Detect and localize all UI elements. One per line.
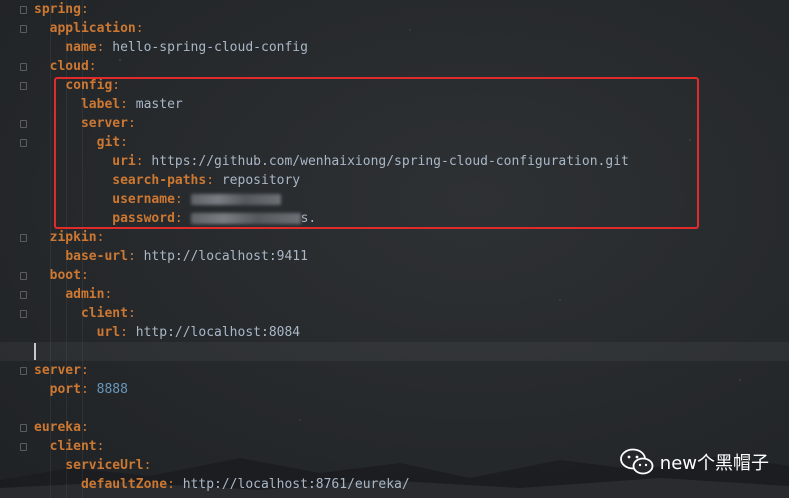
watermark: new个黑帽子 [619, 448, 769, 476]
fold-marker-icon[interactable] [20, 443, 27, 451]
fold-marker-icon[interactable] [20, 25, 27, 33]
code-line: defaultZone: http://localhost:8761/eurek… [80, 477, 410, 492]
fold-marker-icon[interactable] [20, 310, 27, 318]
code-line: eureka: [34, 420, 89, 435]
code-line: boot: [49, 268, 89, 283]
yaml-number: 8888 [96, 382, 128, 397]
yaml-key: url [96, 325, 121, 340]
yaml-value: http://localhost:8084 [135, 325, 301, 340]
code-line: name: hello-spring-cloud-config [65, 40, 308, 55]
code-line: zipkin: [49, 230, 105, 245]
red-highlight-box [54, 77, 699, 229]
yaml-key: boot [49, 268, 81, 283]
code-line: admin: [65, 287, 113, 302]
yaml-key: client [80, 306, 128, 321]
yaml-key: zipkin [49, 230, 97, 245]
yaml-key: server [34, 363, 81, 378]
yaml-key: client [49, 439, 97, 454]
yaml-key: serviceUrl [65, 458, 144, 473]
yaml-value: http://localhost:8761/eureka/ [182, 477, 410, 492]
watermark-text: new个黑帽子 [659, 453, 769, 474]
fold-marker-icon[interactable] [20, 291, 27, 299]
current-line[interactable] [0, 342, 789, 361]
yaml-key: base-url [65, 249, 128, 264]
fold-marker-icon[interactable] [20, 234, 27, 242]
code-line: application: [49, 21, 144, 36]
yaml-key: defaultZone [80, 477, 168, 492]
yaml-key: admin [65, 287, 105, 302]
yaml-editor[interactable]: spring: application: name: hello-spring-… [0, 0, 789, 494]
fold-marker-icon[interactable] [20, 424, 27, 432]
yaml-value: http://localhost:9411 [143, 249, 308, 264]
code-line: spring: [34, 2, 89, 17]
code-line: base-url: http://localhost:9411 [65, 249, 308, 264]
code-line: server: [34, 363, 89, 378]
text-caret [34, 343, 36, 360]
yaml-key: eureka [34, 420, 81, 435]
code-line: url: http://localhost:8084 [96, 325, 301, 340]
yaml-key: name [65, 40, 97, 55]
yaml-key: port [49, 382, 81, 397]
yaml-key: application [49, 21, 136, 36]
fold-marker-icon[interactable] [20, 82, 27, 90]
fold-marker-icon[interactable] [20, 139, 27, 147]
yaml-key: spring [34, 2, 81, 17]
code-line: client: [80, 306, 136, 321]
wechat-icon [619, 448, 654, 475]
fold-marker-icon[interactable] [20, 367, 27, 375]
editor-gutter [0, 0, 27, 498]
fold-marker-icon[interactable] [20, 120, 27, 128]
yaml-key: cloud [49, 59, 89, 74]
fold-marker-icon[interactable] [20, 272, 27, 280]
yaml-value: hello-spring-cloud-config [112, 40, 308, 55]
fold-marker-icon[interactable] [20, 6, 27, 14]
fold-marker-icon[interactable] [20, 63, 27, 71]
code-line: cloud: [49, 59, 97, 74]
code-line: port: 8888 [49, 382, 128, 397]
